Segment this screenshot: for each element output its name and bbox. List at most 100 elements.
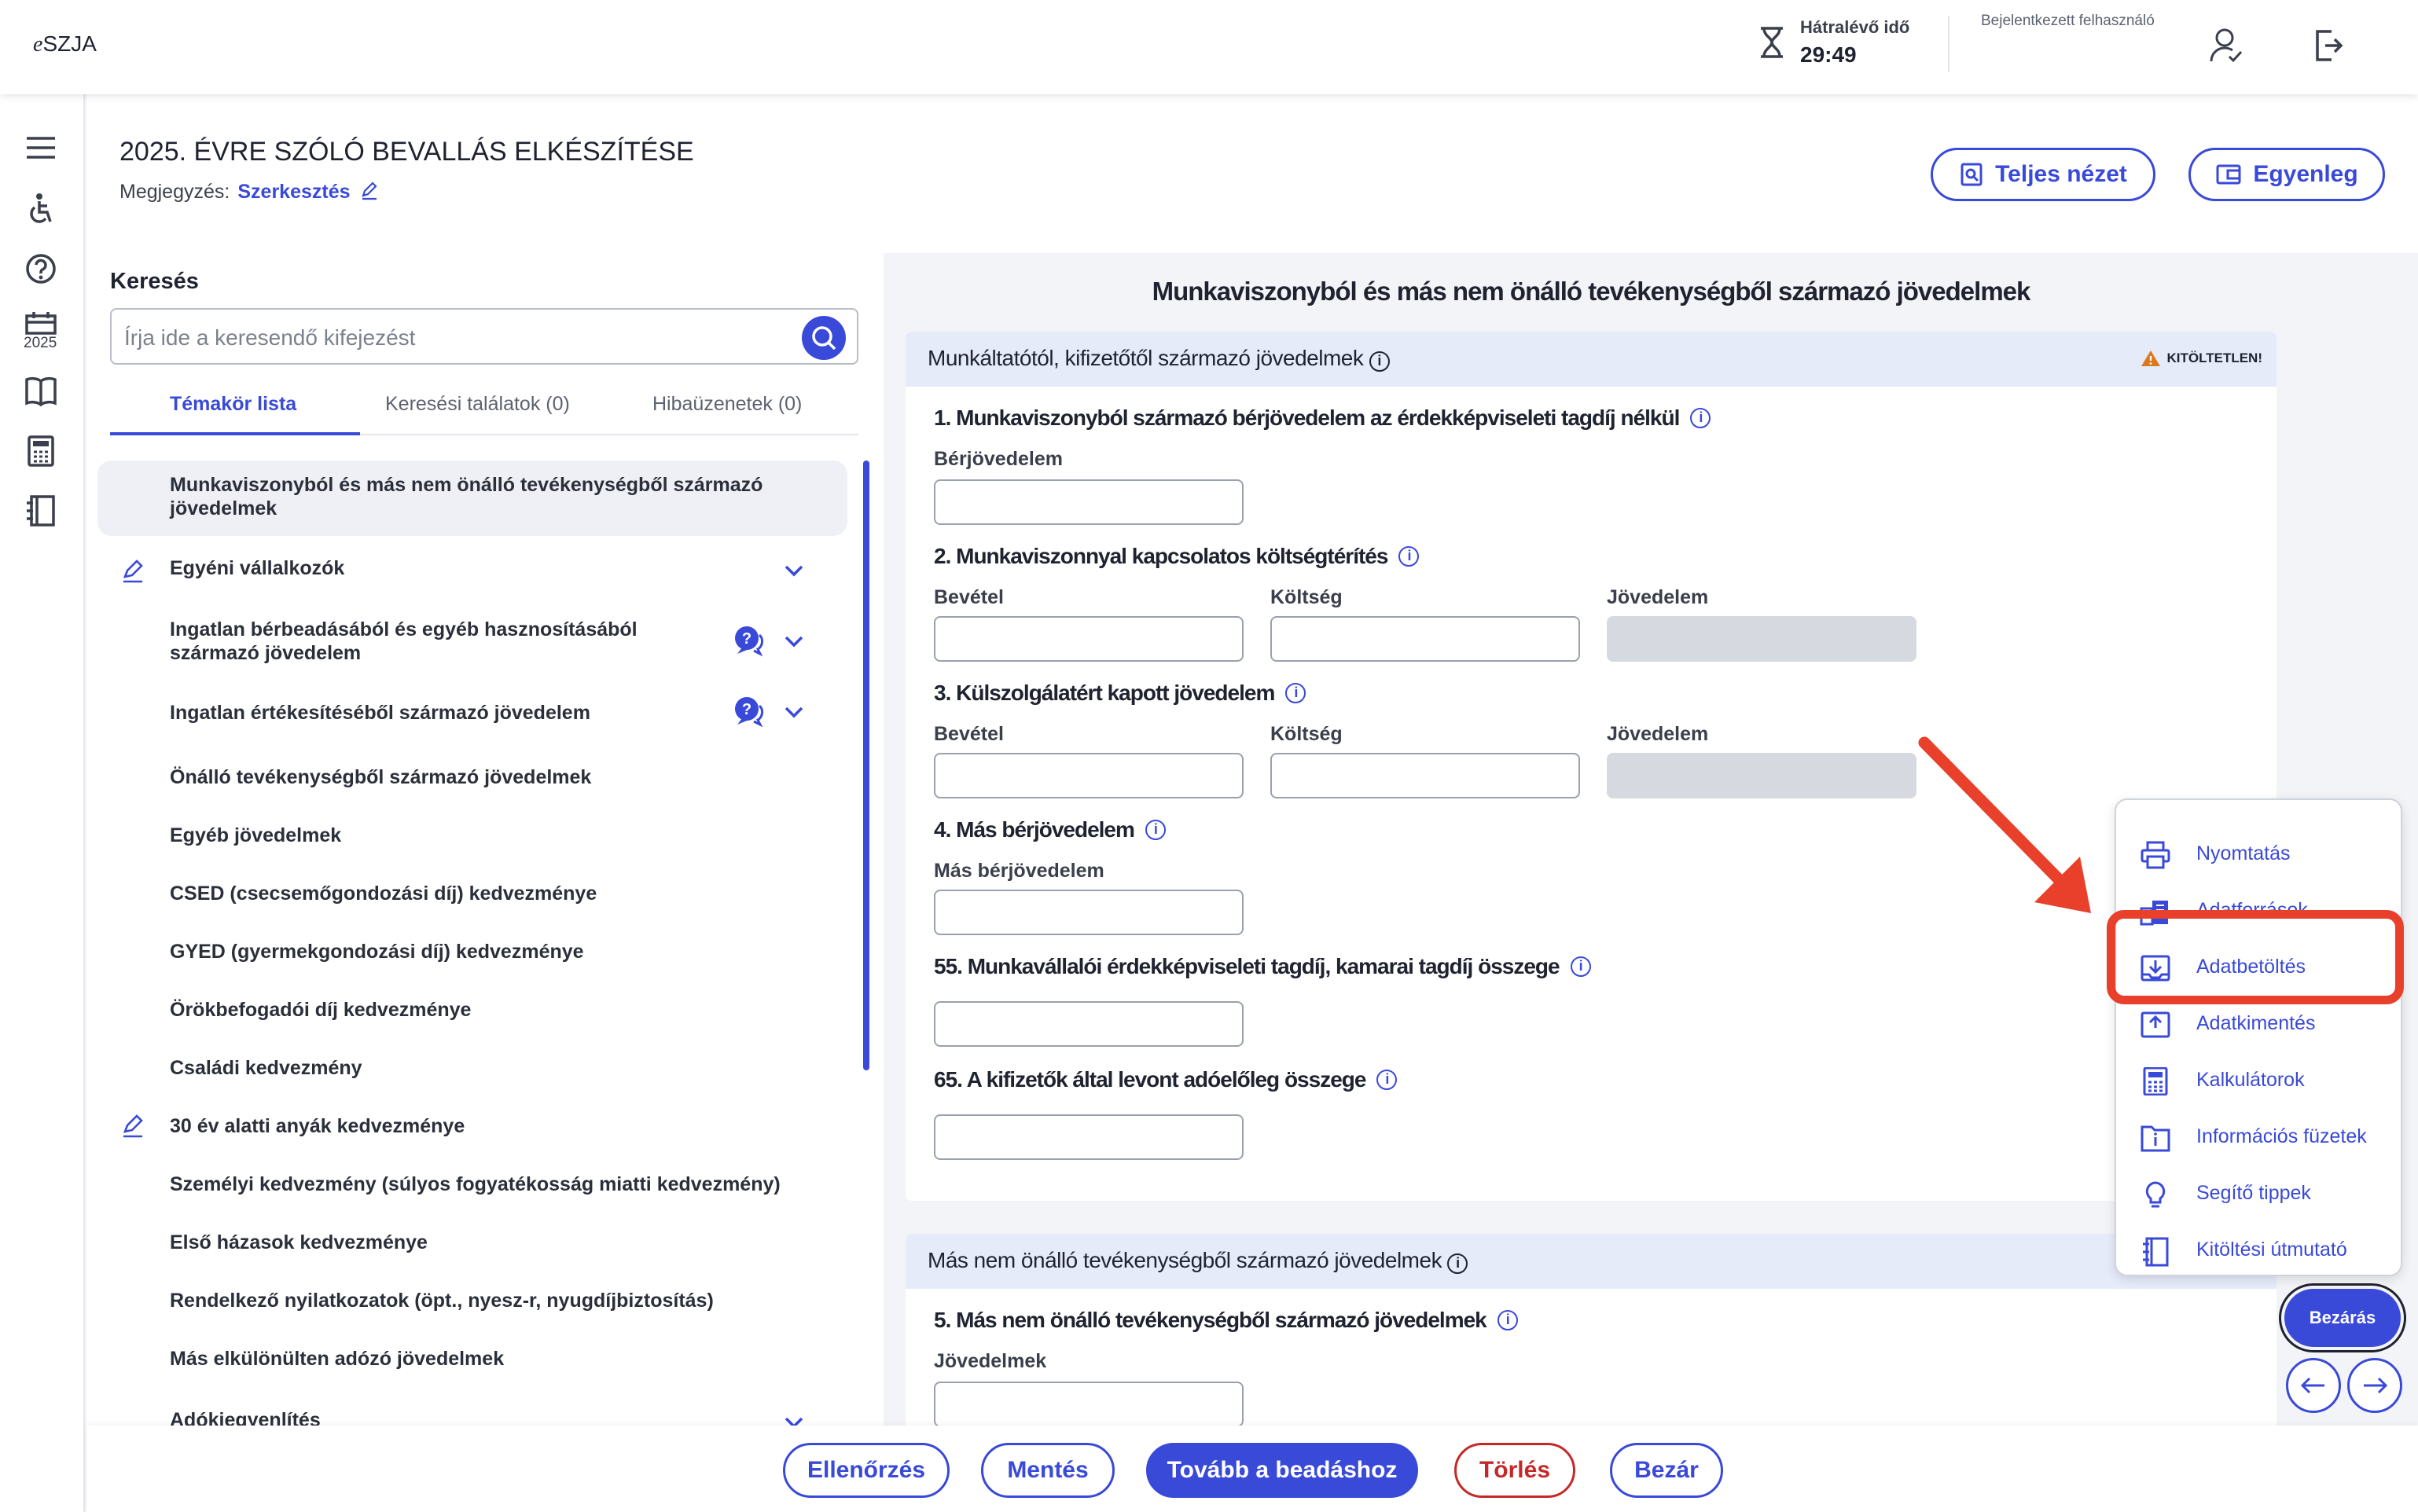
other-income-input[interactable]	[934, 1382, 1244, 1426]
help-icon[interactable]	[24, 251, 58, 286]
list-item[interactable]: 30 év alatti anyák kedvezménye	[170, 1114, 465, 1138]
app-logo[interactable]: eSZJA	[33, 31, 97, 57]
foreign-service-income-input[interactable]	[934, 753, 1244, 798]
question-2: 2. Munkaviszonnyal kapcsolatos költségté…	[934, 544, 1420, 569]
wallet-icon	[2216, 164, 2241, 185]
active-tab-indicator	[110, 432, 360, 435]
info-icon[interactable]: i	[1285, 683, 1306, 703]
check-button[interactable]: Ellenőrzés	[783, 1443, 950, 1498]
menu-item-info-booklets[interactable]: Információs füzetek	[2116, 1108, 2401, 1165]
accessibility-icon[interactable]	[24, 192, 58, 226]
menu-item-calculators[interactable]: Kalkulátorok	[2116, 1051, 2401, 1108]
list-item[interactable]: Egyéb jövedelmek	[170, 824, 341, 847]
calculator-icon[interactable]	[24, 434, 58, 468]
menu-item-print[interactable]: Nyomtatás	[2116, 825, 2401, 882]
list-item[interactable]: Személyi kedvezmény (súlyos fogyatékossá…	[170, 1173, 781, 1196]
topic-list: Munkaviszonyból és más nem önálló tevéke…	[97, 457, 855, 1426]
close-form-button[interactable]: Bezár	[1610, 1443, 1723, 1498]
tax-advance-input[interactable]	[934, 1114, 1244, 1160]
info-icon[interactable]: i	[1369, 351, 1390, 372]
reimbursement-income-input[interactable]	[934, 616, 1244, 662]
tools-menu: Nyomtatás Adatforrások Adatbetöltés Adat…	[2115, 798, 2402, 1276]
annotation-highlight-box	[2107, 910, 2404, 1004]
chevron-down-icon[interactable]	[781, 558, 807, 583]
next-button[interactable]	[2347, 1358, 2402, 1413]
topic-list-scrollbar[interactable]	[863, 461, 869, 1070]
membership-fee-input[interactable]	[934, 1001, 1244, 1047]
chevron-down-icon[interactable]	[781, 699, 807, 725]
delete-button[interactable]: Törlés	[1454, 1443, 1575, 1498]
calendar-year: 2025	[24, 335, 57, 351]
list-item[interactable]: Munkaviszonyból és más nem önálló tevéke…	[170, 473, 822, 520]
info-icon[interactable]: i	[1145, 820, 1166, 840]
full-view-button[interactable]: Teljes nézet	[1931, 148, 2155, 201]
user-icon[interactable]	[2209, 27, 2243, 64]
search-input[interactable]: Írja ide a keresendő kifejezést	[110, 308, 858, 365]
hamburger-menu-icon[interactable]	[24, 134, 58, 162]
svg-text:?: ?	[742, 701, 751, 718]
wage-income-input[interactable]	[934, 479, 1244, 525]
field-label: Más bérjövedelem	[934, 860, 1104, 882]
save-button[interactable]: Mentés	[981, 1443, 1115, 1498]
note-label: Megjegyzés:	[119, 181, 230, 203]
list-item[interactable]: Ingatlan értékesítéséből származó jövede…	[170, 701, 590, 725]
section-card-other: Más nem önálló tevékenységből származó j…	[906, 1234, 2277, 1426]
chevron-down-icon[interactable]	[781, 1410, 807, 1426]
upload-tray-icon	[2141, 1011, 2170, 1038]
reimbursement-profit-field	[1607, 616, 1916, 662]
note-row: Megjegyzés: Szerkesztés	[119, 181, 379, 204]
book-icon[interactable]	[24, 374, 58, 409]
arrow-right-icon	[2364, 1377, 2388, 1394]
timer-label: Hátralévő idő	[1800, 17, 1910, 37]
list-item[interactable]: Más elkülönülten adózó jövedelmek	[170, 1347, 504, 1371]
arrow-left-icon	[2300, 1377, 2324, 1394]
question-chat-icon[interactable]: ?	[733, 624, 766, 657]
list-item[interactable]: Örökbefogadói díj kedvezménye	[170, 998, 471, 1022]
question-chat-icon[interactable]: ?	[733, 695, 766, 728]
prev-button[interactable]	[2286, 1358, 2341, 1413]
reimbursement-cost-input[interactable]	[1270, 616, 1580, 662]
list-item[interactable]: Első házasok kedvezménye	[170, 1231, 428, 1254]
list-item[interactable]: Családi kedvezmény	[170, 1056, 362, 1080]
logout-icon[interactable]	[2313, 28, 2344, 63]
list-item[interactable]: Rendelkező nyilatkozatok (öpt., nyesz-r,…	[170, 1289, 714, 1312]
foreign-service-profit-field	[1607, 753, 1916, 798]
list-item[interactable]: Önálló tevékenységből származó jövedelme…	[170, 765, 591, 789]
other-wage-input[interactable]	[934, 890, 1244, 935]
guide-book-icon[interactable]	[24, 494, 58, 528]
pencil-icon	[123, 1114, 143, 1138]
tab-topic-list[interactable]: Témakör lista	[170, 393, 296, 416]
submit-button[interactable]: Tovább a beadáshoz	[1146, 1443, 1418, 1498]
close-menu-button[interactable]: Bezárás	[2279, 1283, 2406, 1352]
info-icon[interactable]: i	[1398, 546, 1420, 567]
hourglass-icon	[1761, 27, 1783, 58]
info-icon[interactable]: i	[1376, 1070, 1398, 1090]
balance-button[interactable]: Egyenleg	[2188, 148, 2385, 201]
form-title: Munkaviszonyból és más nem önálló tevéke…	[1152, 277, 2031, 306]
list-item[interactable]: Ingatlan bérbeadásából és egyéb hasznosí…	[170, 618, 665, 665]
info-icon[interactable]: i	[1690, 408, 1711, 428]
calendar-icon[interactable]	[24, 311, 58, 335]
list-item[interactable]: Adókiegyenlítés	[170, 1408, 321, 1426]
list-item[interactable]: CSED (csecsemőgondozási díj) kedvezménye	[170, 882, 597, 905]
field-label: Költség	[1270, 723, 1343, 745]
tab-errors[interactable]: Hibaüzenetek (0)	[652, 393, 802, 416]
menu-item-tips[interactable]: Segítő tippek	[2116, 1165, 2401, 1221]
list-item[interactable]: Egyéni vállalkozók	[170, 556, 344, 580]
foreign-service-cost-input[interactable]	[1270, 753, 1580, 798]
section-title: Munkáltatótól, kifizetőtől származó jöve…	[928, 346, 1390, 372]
list-item[interactable]: GYED (gyermekgondozási díj) kedvezménye	[170, 940, 584, 963]
section-title: Más nem önálló tevékenységből származó j…	[928, 1248, 1468, 1274]
menu-item-filling-guide[interactable]: Kitöltési útmutató	[2116, 1221, 2401, 1275]
header-divider	[1948, 16, 1949, 72]
chevron-down-icon[interactable]	[781, 629, 807, 654]
info-icon[interactable]: i	[1447, 1253, 1468, 1274]
edit-note-link[interactable]: Szerkesztés	[237, 181, 379, 203]
info-icon[interactable]: i	[1570, 956, 1591, 977]
page-title: 2025. ÉVRE SZÓLÓ BEVALLÁS ELKÉSZÍTÉSE	[119, 137, 694, 167]
pencil-icon	[123, 560, 143, 583]
tab-search-results[interactable]: Keresési találatok (0)	[385, 393, 570, 416]
search-button[interactable]	[802, 316, 846, 360]
info-icon[interactable]: i	[1497, 1310, 1518, 1330]
bottom-action-bar: Ellenőrzés Mentés Tovább a beadáshoz Tör…	[86, 1426, 2418, 1512]
